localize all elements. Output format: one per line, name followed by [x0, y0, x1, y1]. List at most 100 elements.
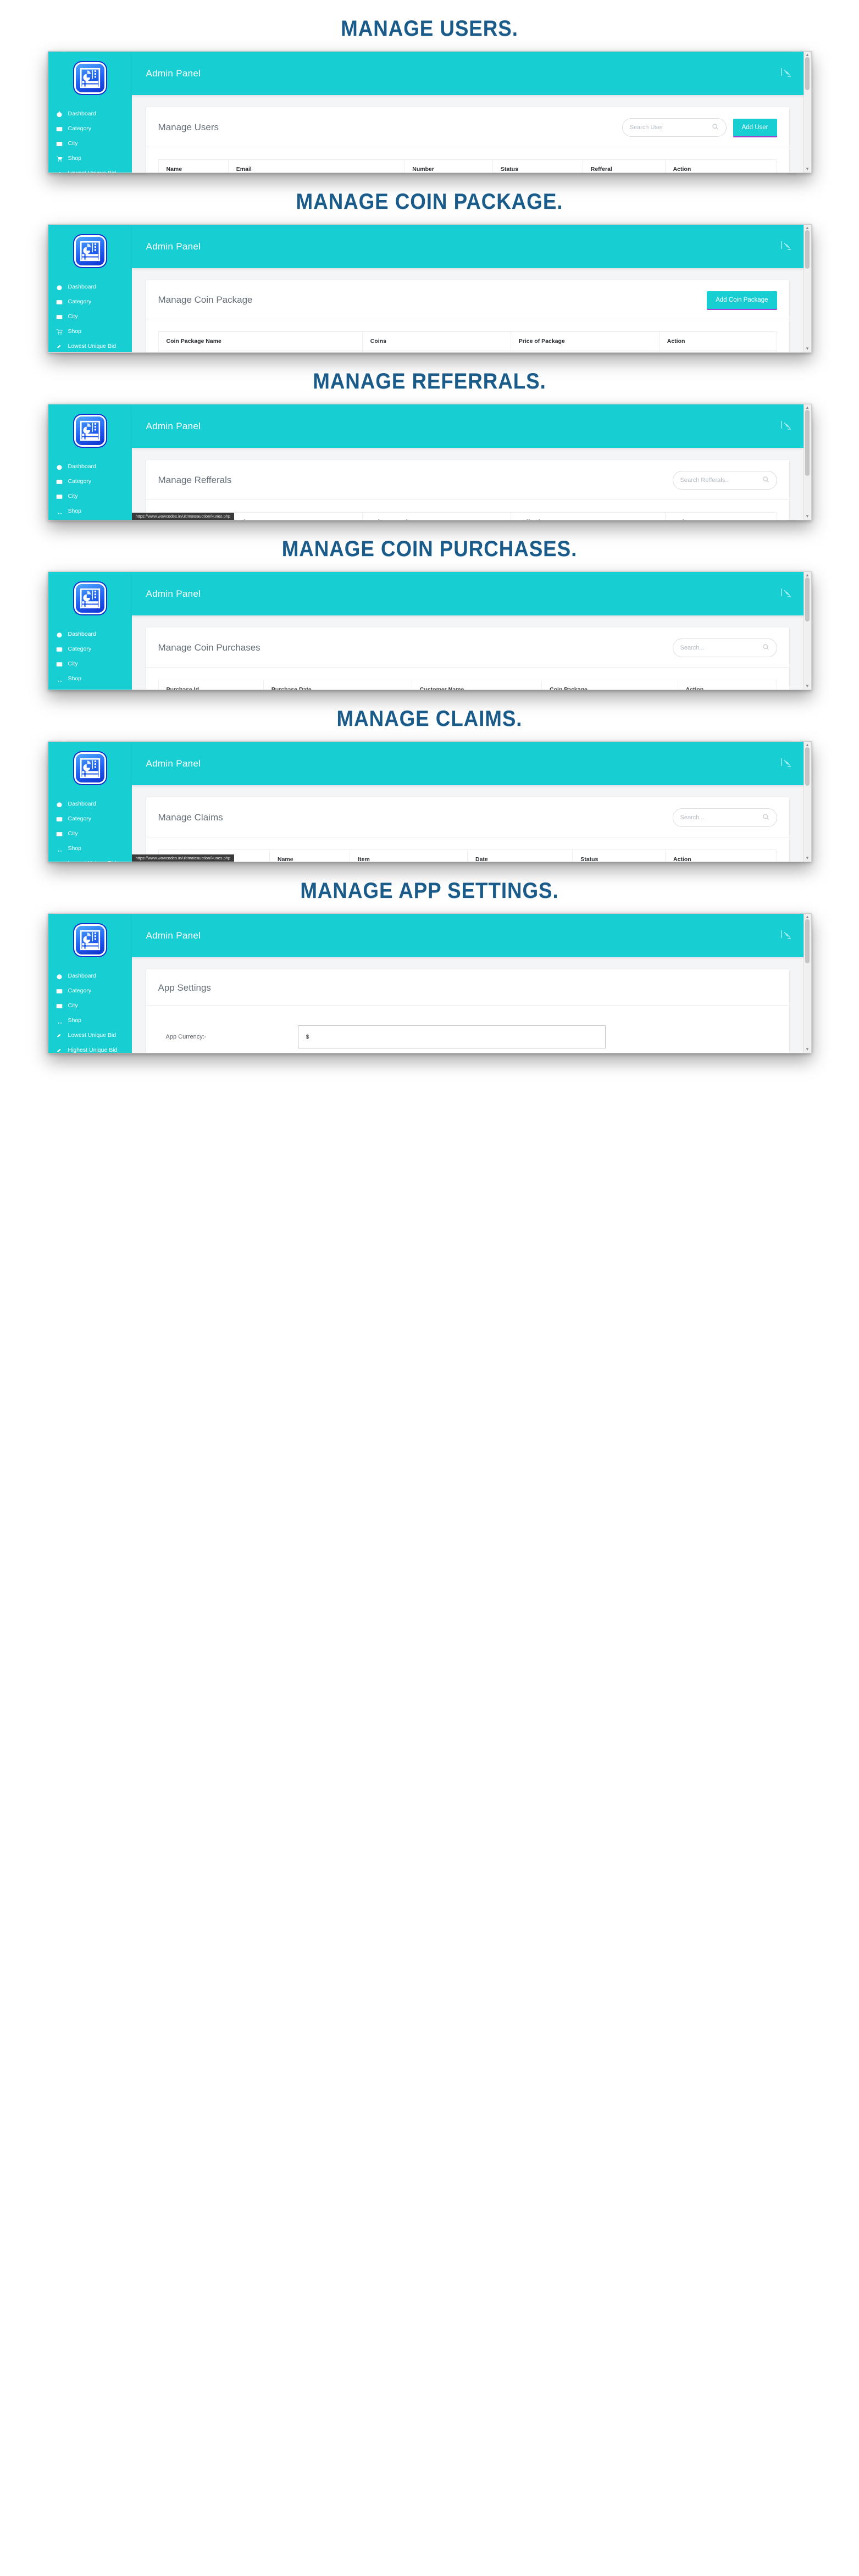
- sidebar-item-category[interactable]: Category: [48, 474, 132, 489]
- sidebar-item-city[interactable]: City: [48, 309, 132, 324]
- search-input[interactable]: Search...: [672, 639, 777, 657]
- sidebar-item-city[interactable]: City: [48, 998, 132, 1013]
- scroll-up-icon[interactable]: ▲: [805, 573, 810, 578]
- scrollbar-thumb[interactable]: [805, 747, 810, 786]
- page-title: Manage Coin Package: [158, 295, 253, 305]
- sidebar-item-label: City: [68, 830, 78, 837]
- cart-icon: [56, 328, 63, 335]
- browser-window: Dashboard Category City Shop Lowest Uniq…: [47, 404, 812, 520]
- scrollbar-thumb[interactable]: [805, 57, 810, 90]
- sidebar: Dashboard Category City Shop Lowest Uniq…: [48, 225, 132, 352]
- scroll-down-icon[interactable]: ▼: [805, 347, 810, 351]
- sidebar-item-lowest-unique-bid[interactable]: Lowest Unique Bid: [48, 1028, 132, 1043]
- topbar: Admin Panel: [131, 914, 803, 957]
- scroll-up-icon[interactable]: ▲: [805, 743, 810, 747]
- scroll-up-icon[interactable]: ▲: [805, 406, 810, 410]
- content: Manage Claims Search... Image: [132, 785, 803, 862]
- lines-icon[interactable]: [779, 66, 794, 81]
- sidebar-item-dashboard[interactable]: Dashboard: [48, 969, 132, 984]
- sidebar-item-dashboard[interactable]: Dashboard: [48, 797, 132, 812]
- lines-icon[interactable]: [779, 929, 794, 943]
- logo-container: [48, 572, 132, 625]
- card-icon: [56, 493, 63, 500]
- sidebar-item-shop[interactable]: Shop: [48, 324, 132, 339]
- lines-icon[interactable]: [779, 757, 794, 771]
- sidebar-item-shop[interactable]: Shop: [48, 151, 132, 166]
- list-icon: [56, 125, 63, 132]
- gavel-icon: [56, 170, 63, 173]
- scrollbar-thumb[interactable]: [805, 410, 810, 476]
- scroll-up-icon[interactable]: ▲: [805, 226, 810, 230]
- window-wrapper: Dashboard Category City Shop Lowest Uniq…: [47, 51, 812, 173]
- sidebar-item-category[interactable]: Category: [48, 984, 132, 998]
- sidebar-item-dashboard[interactable]: Dashboard: [48, 280, 132, 295]
- column-status: Status: [572, 850, 666, 862]
- sidebar: Dashboard Category City Shop Lowest Uniq…: [48, 572, 132, 690]
- topbar: Admin Panel: [131, 52, 803, 95]
- column-action: Action: [664, 159, 777, 173]
- sidebar-item-city[interactable]: City: [48, 657, 132, 671]
- sidebar-item-shop[interactable]: Shop: [48, 671, 132, 686]
- vertical-scrollbar[interactable]: ▲ ▼: [803, 225, 811, 352]
- speedometer-icon: [56, 973, 63, 980]
- add-coin-package-button[interactable]: Add Coin Package: [707, 291, 777, 309]
- users-table: Name Email Number Status Refferal Action: [158, 159, 777, 173]
- sidebar-item-label: Shop: [68, 508, 82, 515]
- vertical-scrollbar[interactable]: ▲ ▼: [803, 52, 811, 173]
- coin-package-table-wrap: Coin Package Name Coins Price of Package…: [146, 319, 789, 352]
- sidebar-item-lowest-unique-bid[interactable]: Lowest Unique Bid: [48, 686, 132, 690]
- scroll-down-icon[interactable]: ▼: [805, 856, 810, 860]
- sidebar-item-shop[interactable]: Shop: [48, 1013, 132, 1028]
- sidebar-item-lowest-unique-bid[interactable]: Lowest Unique Bid: [48, 339, 132, 352]
- sidebar-item-shop[interactable]: Shop: [48, 841, 132, 856]
- column-price: Price of Package: [510, 331, 660, 351]
- scroll-down-icon[interactable]: ▼: [805, 514, 810, 519]
- topbar-title: Admin Panel: [146, 588, 201, 599]
- sidebar-item-city[interactable]: City: [48, 826, 132, 841]
- scroll-down-icon[interactable]: ▼: [805, 684, 810, 689]
- scroll-down-icon[interactable]: ▼: [805, 167, 810, 171]
- lines-icon[interactable]: [779, 240, 794, 254]
- section-heading: MANAGE COIN PACKAGE.: [296, 190, 563, 214]
- column-number: Number: [404, 159, 493, 173]
- sidebar-item-dashboard[interactable]: Dashboard: [48, 627, 132, 642]
- vertical-scrollbar[interactable]: ▲ ▼: [803, 572, 811, 690]
- sidebar-item-label: Dashboard: [68, 284, 96, 291]
- sidebar-item-lowest-unique-bid[interactable]: Lowest Unique Bid: [48, 166, 132, 173]
- lines-icon[interactable]: [779, 419, 794, 434]
- sidebar-item-dashboard[interactable]: Dashboard: [48, 459, 132, 474]
- cart-icon: [56, 675, 63, 682]
- sidebar-item-shop[interactable]: Shop: [48, 504, 132, 519]
- search-input[interactable]: Search User: [622, 118, 727, 137]
- sidebar-item-lowest-unique-bid[interactable]: Lowest Unique Bid: [48, 856, 132, 862]
- sidebar-item-city[interactable]: City: [48, 136, 132, 151]
- scroll-down-icon[interactable]: ▼: [805, 1047, 810, 1052]
- lines-icon[interactable]: [779, 587, 794, 601]
- section-heading: MANAGE REFERRALS.: [313, 369, 546, 393]
- scrollbar-thumb[interactable]: [805, 919, 810, 963]
- vertical-scrollbar[interactable]: ▲ ▼: [803, 914, 811, 1053]
- sidebar-item-category[interactable]: Category: [48, 295, 132, 309]
- vertical-scrollbar[interactable]: ▲ ▼: [803, 742, 811, 862]
- cart-icon: [56, 845, 63, 852]
- sidebar-item-dashboard[interactable]: Dashboard: [48, 107, 132, 121]
- search-input[interactable]: Search Refferals..: [672, 471, 777, 490]
- scrollbar-thumb[interactable]: [805, 578, 810, 621]
- scroll-up-icon[interactable]: ▲: [805, 915, 810, 919]
- sidebar-item-category[interactable]: Category: [48, 642, 132, 657]
- scroll-up-icon[interactable]: ▲: [805, 53, 810, 57]
- sidebar-item-category[interactable]: Category: [48, 121, 132, 136]
- app-currency-input[interactable]: $: [297, 1025, 606, 1048]
- sidebar-item-highest-unique-bid[interactable]: Highest Unique Bid: [48, 1043, 132, 1053]
- sidebar-item-category[interactable]: Category: [48, 812, 132, 826]
- table-header-row: Name Email Number Status Refferal Action: [158, 159, 777, 173]
- search-input[interactable]: Search...: [672, 808, 777, 827]
- vertical-scrollbar[interactable]: ▲ ▼: [803, 404, 811, 520]
- column-action: Action: [665, 512, 777, 520]
- sidebar-item-city[interactable]: City: [48, 489, 132, 504]
- sidebar-item-lowest-unique-bid[interactable]: Lowest Unique Bid: [48, 519, 132, 520]
- field-label: App Currency:-: [165, 1034, 207, 1040]
- add-user-button[interactable]: Add User: [733, 119, 777, 136]
- main-area: Admin Panel Manage Coin Package Add Coin…: [131, 225, 803, 352]
- scrollbar-thumb[interactable]: [805, 230, 810, 269]
